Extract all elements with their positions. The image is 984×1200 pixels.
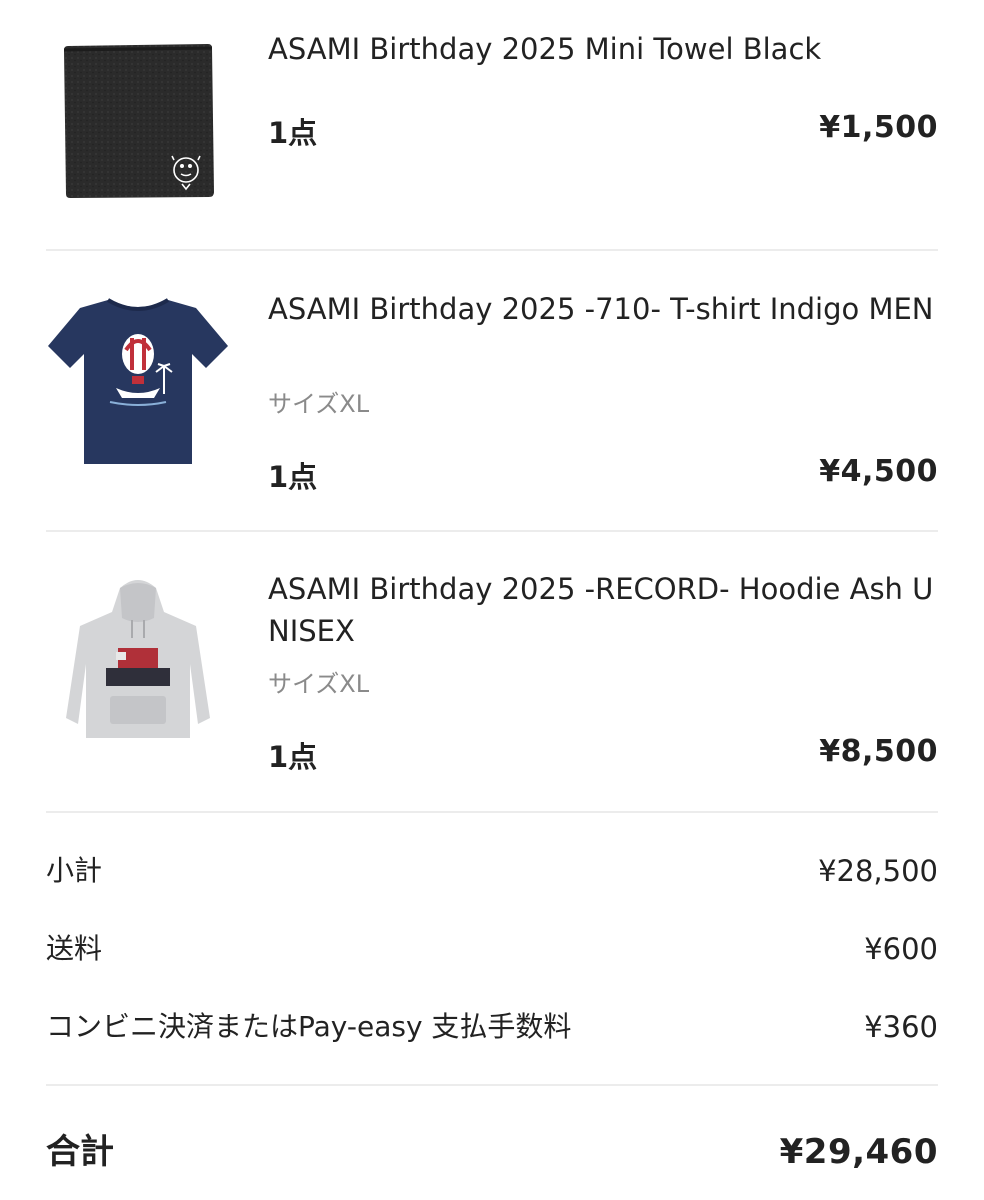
- item-price: ¥1,500: [819, 110, 938, 145]
- tshirt-thumbnail[interactable]: [46, 288, 230, 472]
- payment-fee-row: コンビニ決済またはPay-easy 支払手数料 ¥360: [46, 1005, 938, 1049]
- subtotal-row: 小計 ¥28,500: [46, 849, 938, 893]
- item-price: ¥4,500: [819, 454, 938, 489]
- divider: [46, 811, 938, 813]
- shipping-label: 送料: [46, 932, 103, 965]
- item-size: サイズXL: [268, 390, 370, 418]
- subtotal-label: 小計: [46, 854, 103, 887]
- total-value: ¥29,460: [779, 1132, 938, 1172]
- towel-thumbnail[interactable]: [46, 14, 230, 198]
- subtotal-value: ¥28,500: [818, 854, 938, 888]
- payment-fee-label: コンビニ決済またはPay-easy 支払手数料: [46, 1010, 572, 1043]
- tshirt-icon: [48, 298, 228, 464]
- shipping-row: 送料 ¥600: [46, 927, 938, 971]
- divider: [46, 249, 938, 251]
- item-title[interactable]: ASAMI Birthday 2025 -710- T-shirt Indigo…: [268, 288, 940, 330]
- item-title[interactable]: ASAMI Birthday 2025 Mini Towel Black: [268, 28, 940, 70]
- divider: [46, 1084, 938, 1086]
- item-quantity: 1点: [268, 116, 318, 150]
- divider: [46, 530, 938, 532]
- shipping-value: ¥600: [864, 932, 938, 966]
- cart-item-hoodie: ASAMI Birthday 2025 -RECORD- Hoodie Ash …: [46, 546, 938, 796]
- item-price: ¥8,500: [819, 734, 938, 769]
- payment-fee-value: ¥360: [864, 1010, 938, 1044]
- hoodie-thumbnail[interactable]: [46, 568, 230, 752]
- hoodie-icon: [66, 580, 210, 738]
- item-size: サイズXL: [268, 670, 370, 698]
- item-quantity: 1点: [268, 460, 318, 494]
- item-title[interactable]: ASAMI Birthday 2025 -RECORD- Hoodie Ash …: [268, 568, 940, 652]
- towel-icon: [63, 44, 214, 198]
- cart-item-tshirt: ASAMI Birthday 2025 -710- T-shirt Indigo…: [46, 266, 938, 516]
- total-row: 合計 ¥29,460: [46, 1127, 938, 1177]
- cart-item-towel: ASAMI Birthday 2025 Mini Towel Black 1点 …: [46, 14, 938, 234]
- item-quantity: 1点: [268, 740, 318, 774]
- total-label: 合計: [46, 1132, 114, 1172]
